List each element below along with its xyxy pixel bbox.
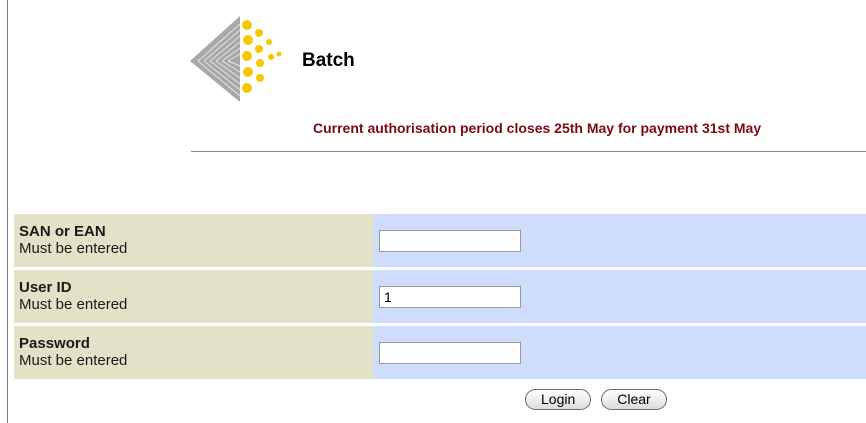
password-row: Password Must be entered	[14, 326, 866, 379]
user-id-label: User ID	[19, 279, 72, 296]
form-buttons: Login Clear	[525, 389, 667, 410]
left-border-divider	[7, 0, 8, 423]
user-id-hint: Must be entered	[19, 296, 128, 313]
user-id-row: User ID Must be entered	[14, 270, 866, 323]
san-ean-label-cell: SAN or EAN Must be entered	[14, 214, 373, 267]
san-ean-input-cell	[373, 214, 866, 267]
page: Batch Current authorisation period close…	[0, 0, 866, 423]
password-label-cell: Password Must be entered	[14, 326, 373, 379]
san-ean-row: SAN or EAN Must be entered	[14, 214, 866, 267]
authorisation-notice: Current authorisation period closes 25th…	[313, 120, 762, 136]
user-id-input-cell	[373, 270, 866, 323]
password-input[interactable]	[379, 341, 521, 364]
clear-button[interactable]: Clear	[601, 389, 667, 410]
page-title: Batch	[302, 50, 355, 71]
login-form: SAN or EAN Must be entered User ID Must …	[14, 211, 866, 382]
batch-logo-icon	[190, 16, 282, 102]
san-ean-hint: Must be entered	[19, 240, 128, 257]
login-button[interactable]: Login	[525, 389, 592, 410]
password-label: Password	[19, 335, 90, 352]
user-id-label-cell: User ID Must be entered	[14, 270, 373, 323]
password-input-cell	[373, 326, 866, 379]
header-divider	[191, 151, 866, 152]
user-id-input[interactable]	[379, 285, 521, 308]
san-ean-label: SAN or EAN	[19, 223, 106, 240]
password-hint: Must be entered	[19, 352, 128, 369]
san-ean-input[interactable]	[379, 229, 521, 252]
